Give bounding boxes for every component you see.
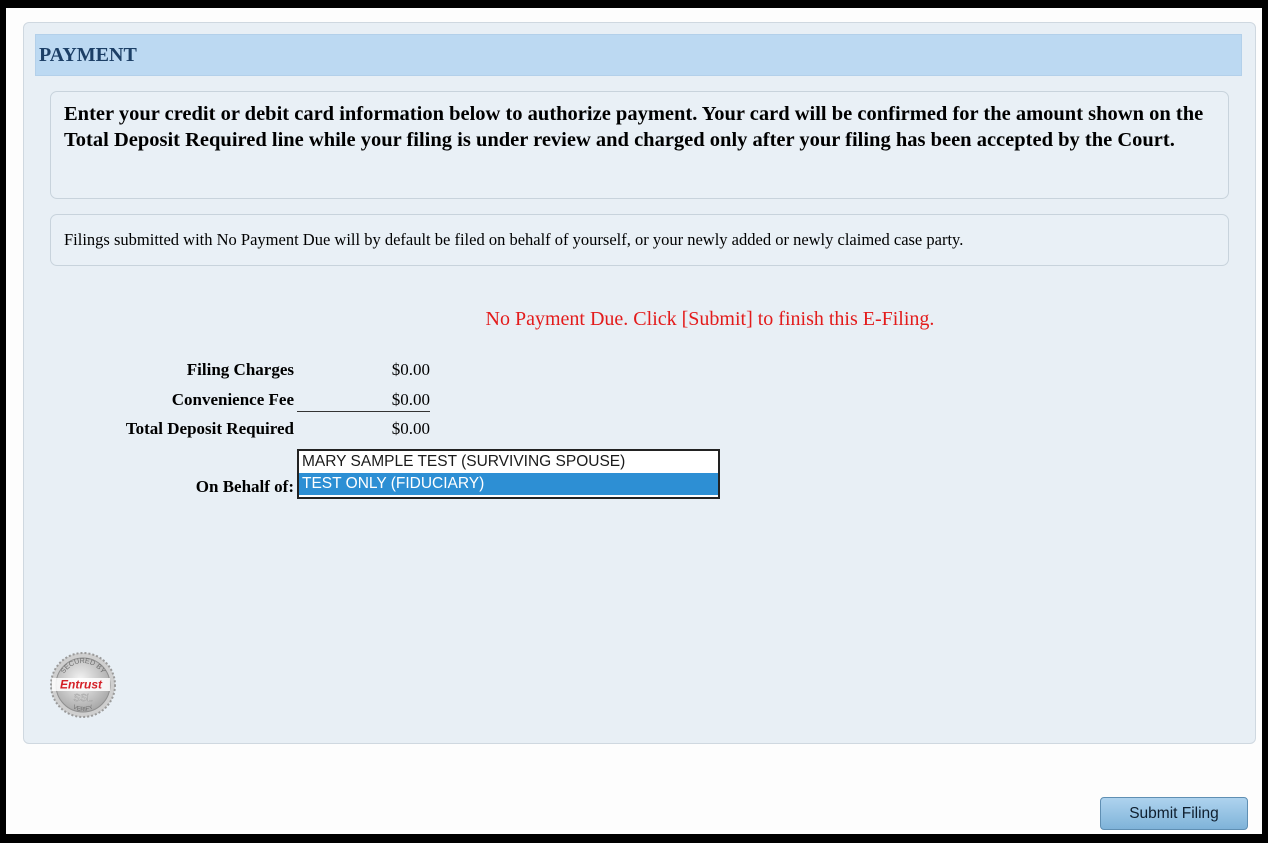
entrust-ssl-seal-icon: SECURED BY Entrust SSL VERIFY: [50, 652, 116, 718]
section-title: PAYMENT: [35, 34, 1242, 76]
total-deposit-label: Total Deposit Required: [125, 419, 294, 438]
on-behalf-of-label: On Behalf of:: [195, 477, 294, 496]
no-payment-info: Filings submitted with No Payment Due wi…: [50, 214, 1229, 266]
convenience-fee-label: Convenience Fee: [171, 390, 294, 409]
filing-charges-value: $0.00: [391, 360, 430, 379]
convenience-fee-value: $0.00: [391, 390, 430, 409]
listbox-option-fiduciary[interactable]: TEST ONLY (FIDUCIARY): [299, 473, 718, 495]
seal-ssl: SSL: [74, 693, 93, 704]
submit-filing-button[interactable]: Submit Filing: [1100, 797, 1248, 830]
total-deposit-value: $0.00: [391, 419, 430, 438]
listbox-option-surviving-spouse[interactable]: MARY SAMPLE TEST (SURVIVING SPOUSE): [299, 451, 718, 473]
no-payment-message: No Payment Due. Click [Submit] to finish…: [485, 308, 935, 330]
filing-charges-label: Filing Charges: [186, 360, 294, 379]
seal-brand: Entrust: [60, 678, 103, 692]
subtotal-rule: [297, 411, 430, 412]
payment-instructions: Enter your credit or debit card informat…: [50, 91, 1229, 199]
on-behalf-of-listbox[interactable]: MARY SAMPLE TEST (SURVIVING SPOUSE) TEST…: [297, 449, 720, 499]
